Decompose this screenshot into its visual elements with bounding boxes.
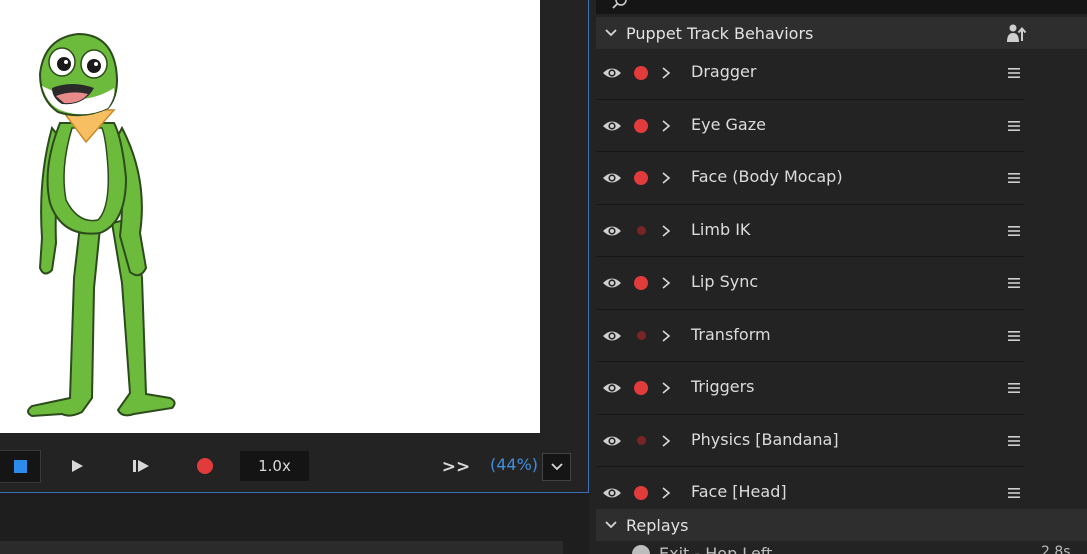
add-behavior-icon[interactable] (1005, 23, 1027, 43)
behavior-label: Lip Sync (691, 272, 759, 291)
replay-duration: 2.8s (1041, 544, 1071, 554)
chevron-right-icon[interactable] (659, 223, 673, 239)
eye-visibility-icon[interactable] (602, 328, 622, 344)
play-icon (72, 460, 83, 472)
chevron-right-icon[interactable] (659, 65, 673, 81)
behavior-row[interactable]: Triggers (596, 362, 1024, 415)
hamburger-menu-icon[interactable] (1006, 170, 1022, 186)
scene-canvas[interactable] (0, 0, 540, 433)
behavior-row[interactable]: Limb IK (596, 205, 1024, 257)
replays-header[interactable]: Replays (596, 509, 1087, 541)
hamburger-menu-icon[interactable] (1006, 223, 1022, 239)
arm-record-toggle[interactable] (634, 224, 648, 238)
arm-record-toggle[interactable] (634, 118, 648, 133)
hamburger-menu-icon[interactable] (1006, 380, 1022, 396)
record-dot-icon (634, 66, 648, 80)
section-title: Puppet Track Behaviors (626, 23, 814, 43)
eye-visibility-icon[interactable] (602, 118, 622, 134)
playback-speed-field[interactable]: 1.0x (240, 451, 309, 481)
behavior-row[interactable]: Dragger (596, 47, 1024, 100)
step-forward-button[interactable] (124, 450, 158, 482)
hamburger-menu-icon[interactable] (1006, 118, 1022, 134)
chevron-down-icon (596, 29, 626, 37)
chevron-right-icon[interactable] (659, 328, 673, 344)
arm-record-toggle[interactable] (634, 329, 648, 343)
behavior-label: Transform (691, 324, 771, 344)
hamburger-menu-icon[interactable] (1006, 328, 1022, 344)
chevron-right-icon[interactable] (659, 380, 673, 396)
chevron-down-icon (550, 463, 563, 471)
play-button[interactable] (60, 450, 94, 482)
behavior-row[interactable]: Transform (596, 310, 1024, 362)
record-dot-icon (634, 171, 648, 185)
behavior-label: Limb IK (691, 219, 751, 239)
zoom-level: (44%) (490, 455, 539, 474)
transport-bar: 1.0x >> (44%) (0, 437, 588, 492)
behavior-label: Face (Body Mocap) (691, 167, 843, 186)
frog-puppet-image (27, 32, 176, 418)
behavior-label: Triggers (691, 377, 755, 396)
arm-record-toggle[interactable] (634, 486, 648, 500)
chevron-right-icon[interactable] (659, 485, 673, 501)
stop-icon (13, 460, 27, 473)
record-dot-icon (634, 276, 648, 290)
eye-visibility-icon[interactable] (602, 485, 622, 501)
eye-visibility-icon[interactable] (602, 223, 622, 239)
behavior-row[interactable]: Eye Gaze (596, 100, 1024, 152)
record-dot-icon (636, 226, 646, 235)
record-dot-icon (634, 118, 648, 133)
arm-record-toggle[interactable] (634, 381, 648, 395)
record-dot-icon (636, 331, 646, 340)
record-button[interactable] (188, 450, 222, 482)
chevron-right-icon[interactable] (659, 433, 673, 449)
more-chevron-icon[interactable]: >> (440, 451, 472, 483)
eye-visibility-icon[interactable] (602, 65, 622, 81)
replay-label: Exit - Hop Left (659, 544, 773, 554)
behavior-row[interactable]: Face (Body Mocap) (596, 152, 1024, 205)
record-dot-icon (636, 436, 646, 445)
hamburger-menu-icon[interactable] (1006, 65, 1022, 81)
eye-visibility-icon[interactable] (602, 380, 622, 396)
record-dot-icon (634, 486, 648, 500)
behavior-label: Eye Gaze (691, 114, 766, 134)
chevron-right-icon[interactable] (659, 275, 673, 291)
hamburger-menu-icon[interactable] (1006, 433, 1022, 449)
hamburger-menu-icon[interactable] (1006, 485, 1022, 501)
chevron-right-icon[interactable] (659, 118, 673, 134)
replay-item[interactable]: Exit - Hop Left 2.8s (596, 541, 1087, 554)
behavior-label: Face [Head] (691, 482, 787, 501)
arm-record-toggle[interactable] (634, 434, 648, 448)
timeline-track[interactable] (0, 541, 563, 554)
scene-panel: 1.0x >> (44%) (0, 0, 589, 493)
eye-visibility-icon[interactable] (602, 275, 622, 291)
stop-button[interactable] (0, 450, 41, 483)
chevron-down-icon (596, 521, 626, 529)
play-replay-icon[interactable] (632, 545, 650, 554)
zoom-dropdown-button[interactable] (542, 453, 571, 481)
record-dot-icon (634, 381, 648, 395)
puppet-track-behaviors-header[interactable]: Puppet Track Behaviors (596, 17, 1087, 49)
arm-record-toggle[interactable] (634, 276, 648, 290)
search-icon (612, 0, 627, 9)
behavior-label: Dragger (691, 62, 757, 81)
step-forward-icon (133, 460, 149, 472)
chevron-right-icon[interactable] (659, 170, 673, 186)
eye-visibility-icon[interactable] (602, 170, 622, 186)
arm-record-toggle[interactable] (634, 171, 648, 185)
record-icon (197, 458, 213, 474)
behavior-row[interactable]: Physics [Bandana] (596, 415, 1024, 467)
section-title: Replays (626, 515, 689, 535)
hamburger-menu-icon[interactable] (1006, 275, 1022, 291)
properties-search-input[interactable] (596, 0, 1087, 14)
behaviors-list: Dragger Eye Gaze Face (Body Mocap) Limb IK L… (596, 47, 1024, 520)
eye-visibility-icon[interactable] (602, 433, 622, 449)
behavior-row[interactable]: Lip Sync (596, 257, 1024, 310)
arm-record-toggle[interactable] (634, 66, 648, 80)
behavior-label: Physics [Bandana] (691, 429, 839, 449)
